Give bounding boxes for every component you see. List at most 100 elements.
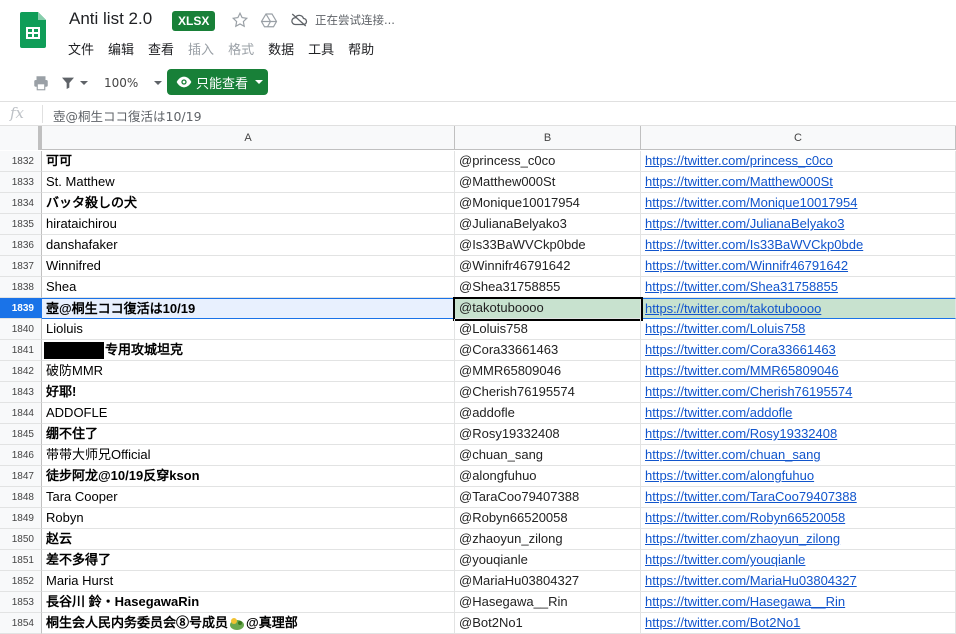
cell-handle[interactable]: @Loluis758 <box>455 319 641 340</box>
row-number[interactable]: 1844 <box>0 403 42 424</box>
cell-name[interactable]: 徒步阿龙@10/19反穿kson <box>42 466 455 487</box>
row-number[interactable]: 1853 <box>0 592 42 613</box>
cell-handle[interactable]: @Robyn66520058 <box>455 508 641 529</box>
row-number[interactable]: 1843 <box>0 382 42 403</box>
drive-move-icon[interactable] <box>260 11 278 29</box>
row-number[interactable]: 1848 <box>0 487 42 508</box>
select-all-corner[interactable] <box>0 126 42 150</box>
cell-name[interactable]: St. Matthew <box>42 172 455 193</box>
cell-handle[interactable]: @Matthew000St <box>455 172 641 193</box>
cell-handle[interactable]: @Shea31758855 <box>455 277 641 298</box>
cell-link[interactable]: https://twitter.com/alongfuhuo <box>641 466 956 487</box>
menu-format[interactable]: 格式 <box>228 39 254 58</box>
row-number[interactable]: 1832 <box>0 151 42 172</box>
cell-name[interactable]: 長谷川 鈴・HasegawaRin <box>42 592 455 613</box>
zoom-select[interactable]: 100% <box>104 72 163 94</box>
cell-handle[interactable]: @Is33BaWVCkp0bde <box>455 235 641 256</box>
cell-name[interactable]: hirataichirou <box>42 214 455 235</box>
row-number[interactable]: 1834 <box>0 193 42 214</box>
row-number[interactable]: 1854 <box>0 613 42 634</box>
cell-name[interactable]: 赵云 <box>42 529 455 550</box>
cell-name[interactable]: 绷不住了 <box>42 424 455 445</box>
cell-name[interactable]: Shea <box>42 277 455 298</box>
cell-link[interactable]: https://twitter.com/zhaoyun_zilong <box>641 529 956 550</box>
row-number[interactable]: 1838 <box>0 277 42 298</box>
filter-button[interactable] <box>60 72 88 94</box>
cell-link[interactable]: https://twitter.com/Cherish76195574 <box>641 382 956 403</box>
cell-link[interactable]: https://twitter.com/Robyn66520058 <box>641 508 956 529</box>
cell-name[interactable]: 带带大师兄Official <box>42 445 455 466</box>
cell-link[interactable]: https://twitter.com/Rosy19332408 <box>641 424 956 445</box>
cell-handle[interactable]: @Monique10017954 <box>455 193 641 214</box>
cell-link[interactable]: https://twitter.com/takotuboooo <box>641 298 956 319</box>
cell-handle[interactable]: @MMR65809046 <box>455 361 641 382</box>
row-number[interactable]: 1845 <box>0 424 42 445</box>
cell-link[interactable]: https://twitter.com/Winnifr46791642 <box>641 256 956 277</box>
cell-handle[interactable]: @Winnifr46791642 <box>455 256 641 277</box>
cell-link[interactable]: https://twitter.com/Monique10017954 <box>641 193 956 214</box>
cell-name[interactable]: ADDOFLE <box>42 403 455 424</box>
cell-name[interactable]: Tara Cooper <box>42 487 455 508</box>
cell-link[interactable]: https://twitter.com/chuan_sang <box>641 445 956 466</box>
row-number[interactable]: 1841 <box>0 340 42 361</box>
row-number[interactable]: 1833 <box>0 172 42 193</box>
formula-input[interactable]: 壺@桐生ココ復活は10/19 <box>53 106 202 125</box>
row-number[interactable]: 1842 <box>0 361 42 382</box>
cell-name[interactable]: Robyn <box>42 508 455 529</box>
row-number[interactable]: 1847 <box>0 466 42 487</box>
cell-name[interactable]: 壺@桐生ココ復活は10/19 <box>42 298 455 319</box>
cell-link[interactable]: https://twitter.com/Shea31758855 <box>641 277 956 298</box>
cell-handle[interactable]: @MariaHu03804327 <box>455 571 641 592</box>
column-header-a[interactable]: A <box>42 126 455 150</box>
cell-link[interactable]: https://twitter.com/Cora33661463 <box>641 340 956 361</box>
row-number[interactable]: 1852 <box>0 571 42 592</box>
document-title[interactable]: Anti list 2.0 <box>69 9 152 29</box>
menu-tools[interactable]: 工具 <box>308 39 334 58</box>
row-number[interactable]: 1837 <box>0 256 42 277</box>
cloud-offline-icon[interactable] <box>290 11 308 29</box>
cell-link[interactable]: https://twitter.com/Hasegawa__Rin <box>641 592 956 613</box>
menu-edit[interactable]: 编辑 <box>108 39 134 58</box>
cell-handle[interactable]: @Bot2No1 <box>455 613 641 634</box>
cell-link[interactable]: https://twitter.com/MariaHu03804327 <box>641 571 956 592</box>
cell-name[interactable]: 桐生会人民内务委员会⑧号成员 @真理部 <box>42 613 455 634</box>
menu-help[interactable]: 帮助 <box>348 39 374 58</box>
cell-link[interactable]: https://twitter.com/TaraCoo79407388 <box>641 487 956 508</box>
cell-name[interactable]: danshafaker <box>42 235 455 256</box>
menu-data[interactable]: 数据 <box>268 39 294 58</box>
cell-link[interactable]: https://twitter.com/princess_c0co <box>641 151 956 172</box>
row-number[interactable]: 1840 <box>0 319 42 340</box>
cell-handle[interactable]: @zhaoyun_zilong <box>455 529 641 550</box>
row-number[interactable]: 1835 <box>0 214 42 235</box>
cell-name[interactable]: Winnifred <box>42 256 455 277</box>
cell-link[interactable]: https://twitter.com/Is33BaWVCkp0bde <box>641 235 956 256</box>
row-number[interactable]: 1849 <box>0 508 42 529</box>
cell-handle[interactable]: @Hasegawa__Rin <box>455 592 641 613</box>
cell-name[interactable]: 差不多得了 <box>42 550 455 571</box>
cell-name[interactable]: 可可 <box>42 151 455 172</box>
star-icon[interactable] <box>231 11 249 29</box>
cell-handle[interactable]: @princess_c0co <box>455 151 641 172</box>
cell-handle[interactable]: @takotuboooo <box>455 298 641 319</box>
cell-link[interactable]: https://twitter.com/Bot2No1 <box>641 613 956 634</box>
cell-name[interactable]: Lioluis <box>42 319 455 340</box>
cell-link[interactable]: https://twitter.com/MMR65809046 <box>641 361 956 382</box>
cell-handle[interactable]: @TaraCoo79407388 <box>455 487 641 508</box>
cell-handle[interactable]: @youqianle <box>455 550 641 571</box>
row-number[interactable]: 1850 <box>0 529 42 550</box>
cell-handle[interactable]: @JulianaBelyako3 <box>455 214 641 235</box>
cell-link[interactable]: https://twitter.com/JulianaBelyako3 <box>641 214 956 235</box>
cell-handle[interactable]: @chuan_sang <box>455 445 641 466</box>
column-header-c[interactable]: C <box>641 126 956 150</box>
cell-handle[interactable]: @addofle <box>455 403 641 424</box>
menu-view[interactable]: 查看 <box>148 39 174 58</box>
view-only-button[interactable]: 只能查看 <box>167 69 268 95</box>
cell-link[interactable]: https://twitter.com/youqianle <box>641 550 956 571</box>
cell-handle[interactable]: @Cora33661463 <box>455 340 641 361</box>
cell-name[interactable]: Maria Hurst <box>42 571 455 592</box>
cell-handle[interactable]: @alongfuhuo <box>455 466 641 487</box>
row-number[interactable]: 1846 <box>0 445 42 466</box>
row-number[interactable]: 1851 <box>0 550 42 571</box>
cell-name[interactable]: 专用攻城坦克 <box>42 340 455 361</box>
row-number[interactable]: 1836 <box>0 235 42 256</box>
